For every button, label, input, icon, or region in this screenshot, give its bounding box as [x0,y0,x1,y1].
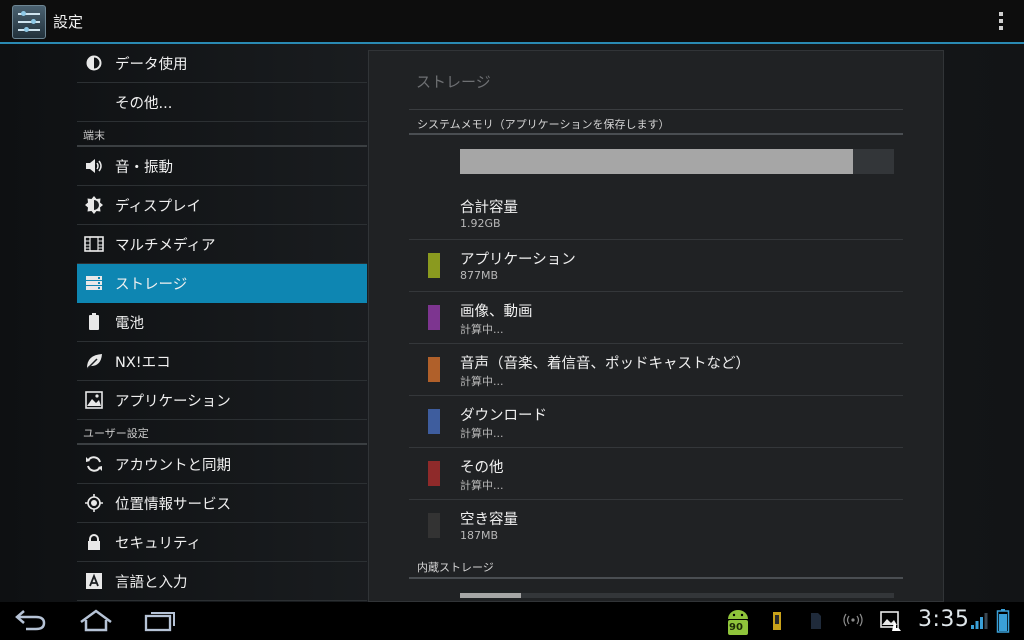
wifi-hotspot-icon [843,613,863,627]
sd-card-icon [773,612,781,630]
row-title: 合計容量 [460,200,518,216]
battery-icon [83,312,105,332]
sidebar-item-applications[interactable]: アプリケーション [77,381,367,420]
sidebar-item-more[interactable]: その他... [77,83,367,122]
sidebar-item-language-input[interactable]: 言語と入力 [77,562,367,601]
storage-row-available: 空き容量 187MB [409,500,903,552]
sidebar-item-label: マルチメディア [115,237,216,254]
system-memory-usage-fill [460,149,853,174]
signal-icon [971,613,988,629]
settings-sidebar: データ使用 その他... 端末 音・振動 ディスプレイ マルチメディア ストレー… [77,44,367,602]
sidebar-item-label: 音・振動 [115,159,173,176]
sidebar-item-eco[interactable]: NX!エコ [77,342,367,381]
sidebar-item-label: 電池 [115,315,144,332]
settings-sliders-icon[interactable] [12,5,46,39]
data-usage-icon [83,53,105,73]
sidebar-item-label: ストレージ [115,276,188,293]
clock: 3:35 [918,607,970,632]
sidebar-item-label: データ使用 [115,56,188,73]
color-swatch [428,305,440,330]
sidebar-item-label: 位置情報サービス [115,496,231,513]
apps-icon [83,390,105,410]
action-bar: 設定 [0,0,1024,44]
back-icon[interactable] [14,608,48,634]
image-alert-icon [880,611,901,631]
storage-row-downloads[interactable]: ダウンロード 計算中... [409,396,903,448]
system-bar: 90 3:35 [0,602,1024,640]
page-title: ストレージ [416,73,491,91]
sidebar-item-data-usage[interactable]: データ使用 [77,44,367,83]
internal-storage-usage-bar [460,593,894,598]
color-swatch [428,513,440,538]
sidebar-item-label: アカウントと同期 [115,457,231,474]
sidebar-item-storage[interactable]: ストレージ [77,264,367,303]
row-value: 計算中... [460,479,504,492]
sidebar-item-label: その他... [115,95,173,112]
sidebar-item-location[interactable]: 位置情報サービス [77,484,367,523]
color-swatch [428,409,440,434]
sidebar-section-user: ユーザー設定 [77,420,367,445]
sidebar-item-sound[interactable]: 音・振動 [77,147,367,186]
brightness-icon [83,195,105,215]
internal-storage-usage-fill [460,593,521,598]
sidebar-item-display[interactable]: ディスプレイ [77,186,367,225]
keyboard-a-icon [83,571,105,591]
home-icon[interactable] [78,608,114,634]
storage-row-total: 合計容量 1.92GB [409,188,903,240]
sync-icon [83,454,105,474]
storage-panel: ストレージ システムメモリ（アプリケーションを保存します） 合計容量 1.92G… [368,50,944,602]
sidebar-item-accounts-sync[interactable]: アカウントと同期 [77,445,367,484]
storage-row-apps[interactable]: アプリケーション 877MB [409,240,903,292]
sim-icon [811,613,821,629]
color-swatch [428,253,440,278]
sidebar-item-battery[interactable]: 電池 [77,303,367,342]
sidebar-item-label: NX!エコ [115,354,171,371]
row-value: 計算中... [460,375,504,388]
storage-row-pictures-videos[interactable]: 画像、動画 計算中... [409,292,903,344]
sidebar-item-multimedia[interactable]: マルチメディア [77,225,367,264]
row-value: 1.92GB [460,217,501,230]
film-icon [83,234,105,254]
system-memory-usage-bar [460,149,894,174]
row-title: 画像、動画 [460,304,533,320]
row-value: 計算中... [460,323,504,336]
lock-icon [83,532,105,552]
overflow-menu-icon[interactable] [998,12,1004,32]
color-swatch [428,357,440,382]
section-header-internal-storage: 内蔵ストレージ [409,553,903,579]
sidebar-item-label: セキュリティ [115,535,202,552]
row-value: 877MB [460,269,499,282]
sidebar-item-security[interactable]: セキュリティ [77,523,367,562]
row-value: 187MB [460,529,499,542]
app-title: 設定 [53,13,84,31]
sidebar-item-label: 言語と入力 [115,574,188,591]
sidebar-item-label: アプリケーション [115,393,231,410]
row-title: 空き容量 [460,512,518,528]
row-value: 計算中... [460,427,504,440]
storage-row-misc[interactable]: その他 計算中... [409,448,903,500]
leaf-icon [83,351,105,371]
content-area: データ使用 その他... 端末 音・振動 ディスプレイ マルチメディア ストレー… [0,44,1024,602]
notification-badge: 90 [729,622,743,633]
row-title: 音声（音楽、着信音、ポッドキャストなど） [460,356,750,372]
sidebar-section-device: 端末 [77,122,367,147]
storage-row-audio[interactable]: 音声（音楽、着信音、ポッドキャストなど） 計算中... [409,344,903,396]
color-swatch [428,461,440,486]
sidebar-item-label: ディスプレイ [115,198,201,215]
recent-apps-icon[interactable] [143,608,179,634]
section-header-system-memory: システムメモリ（アプリケーションを保存します） [409,109,903,135]
row-title: アプリケーション [460,252,576,268]
row-title: その他 [460,460,504,476]
battery-status-icon [996,609,1010,633]
storage-icon [83,273,105,293]
location-icon [83,493,105,513]
volume-icon [83,156,105,176]
row-title: ダウンロード [460,408,547,424]
